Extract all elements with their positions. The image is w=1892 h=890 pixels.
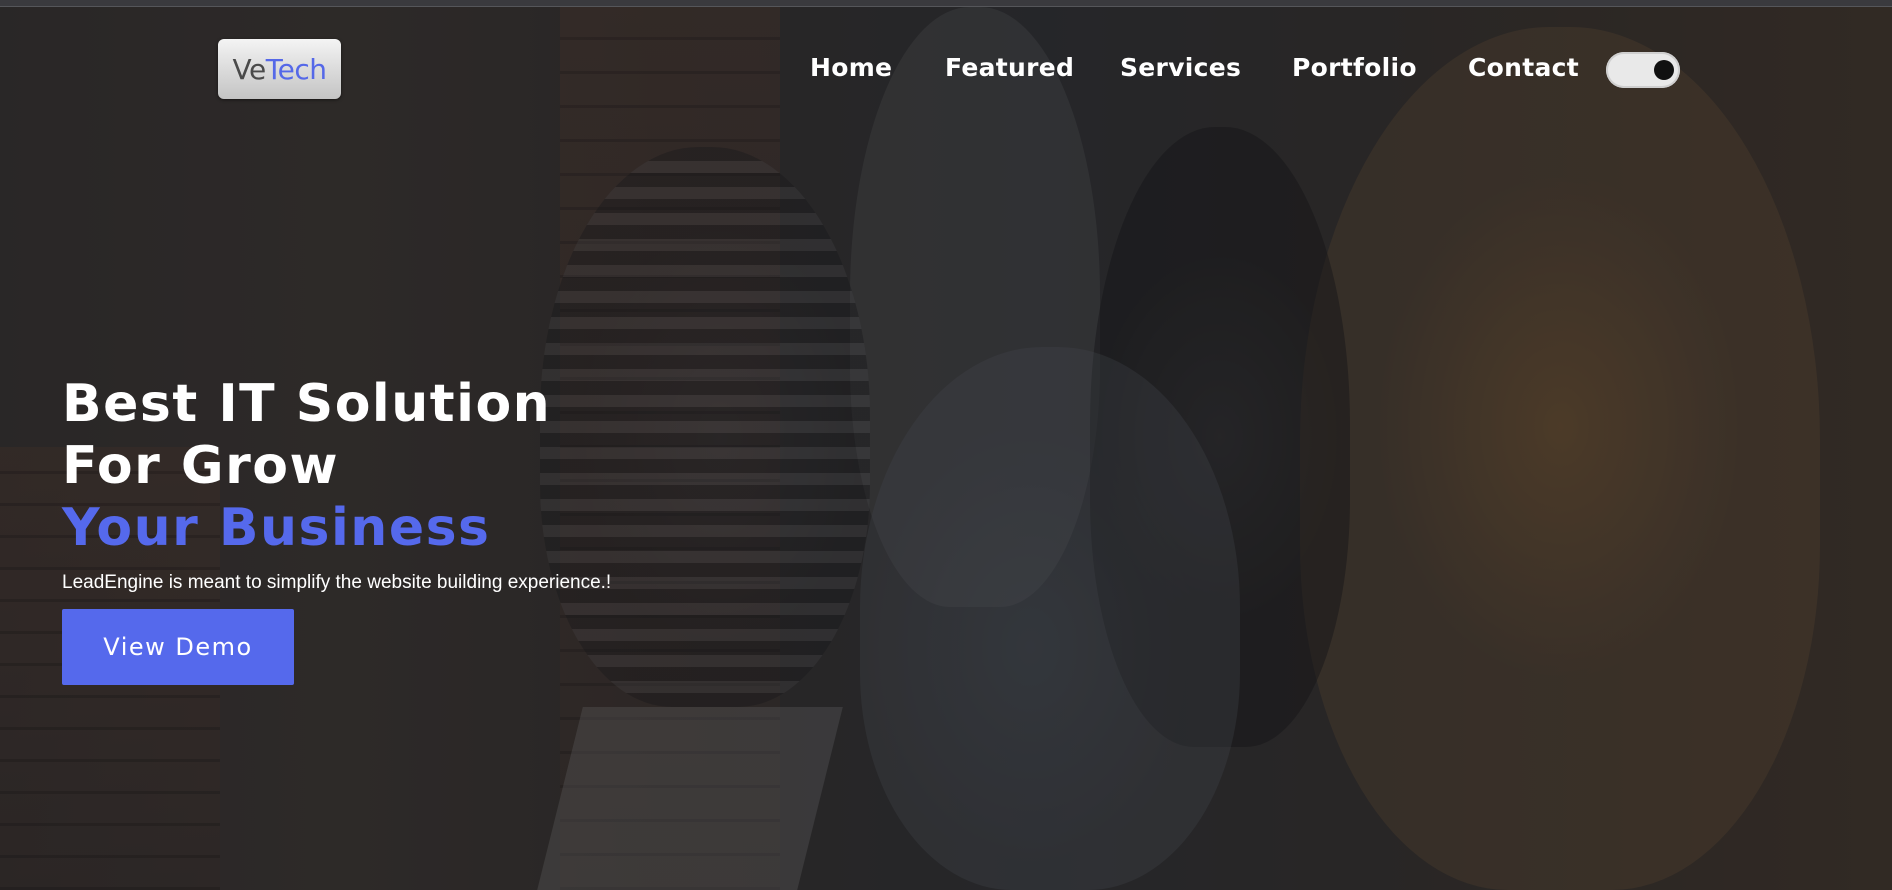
view-demo-button[interactable]: View Demo <box>62 609 294 685</box>
headline-line-1: Best IT Solution <box>62 374 552 434</box>
nav-item-featured[interactable]: Featured <box>945 53 1074 82</box>
hero-subtitle: LeadEngine is meant to simplify the webs… <box>62 572 612 593</box>
logo-text-ve: Ve <box>232 52 267 86</box>
headline-accent: Your Business <box>62 498 491 558</box>
nav-item-home[interactable]: Home <box>810 53 892 82</box>
site-logo[interactable]: Ve Tech <box>218 39 341 99</box>
nav-item-contact[interactable]: Contact <box>1468 53 1579 82</box>
headline-line-2: For Grow <box>62 436 339 496</box>
nav-item-services[interactable]: Services <box>1120 53 1241 82</box>
hero-section: Ve Tech Home Featured Services Portfolio … <box>0 7 1892 890</box>
hero-headline: Best IT Solution For Grow Your Business <box>62 373 551 559</box>
logo-text-tech: Tech <box>265 52 327 86</box>
theme-toggle[interactable] <box>1606 52 1680 88</box>
browser-top-edge <box>0 0 1892 7</box>
toggle-knob <box>1654 60 1674 80</box>
nav-item-portfolio[interactable]: Portfolio <box>1292 53 1417 82</box>
